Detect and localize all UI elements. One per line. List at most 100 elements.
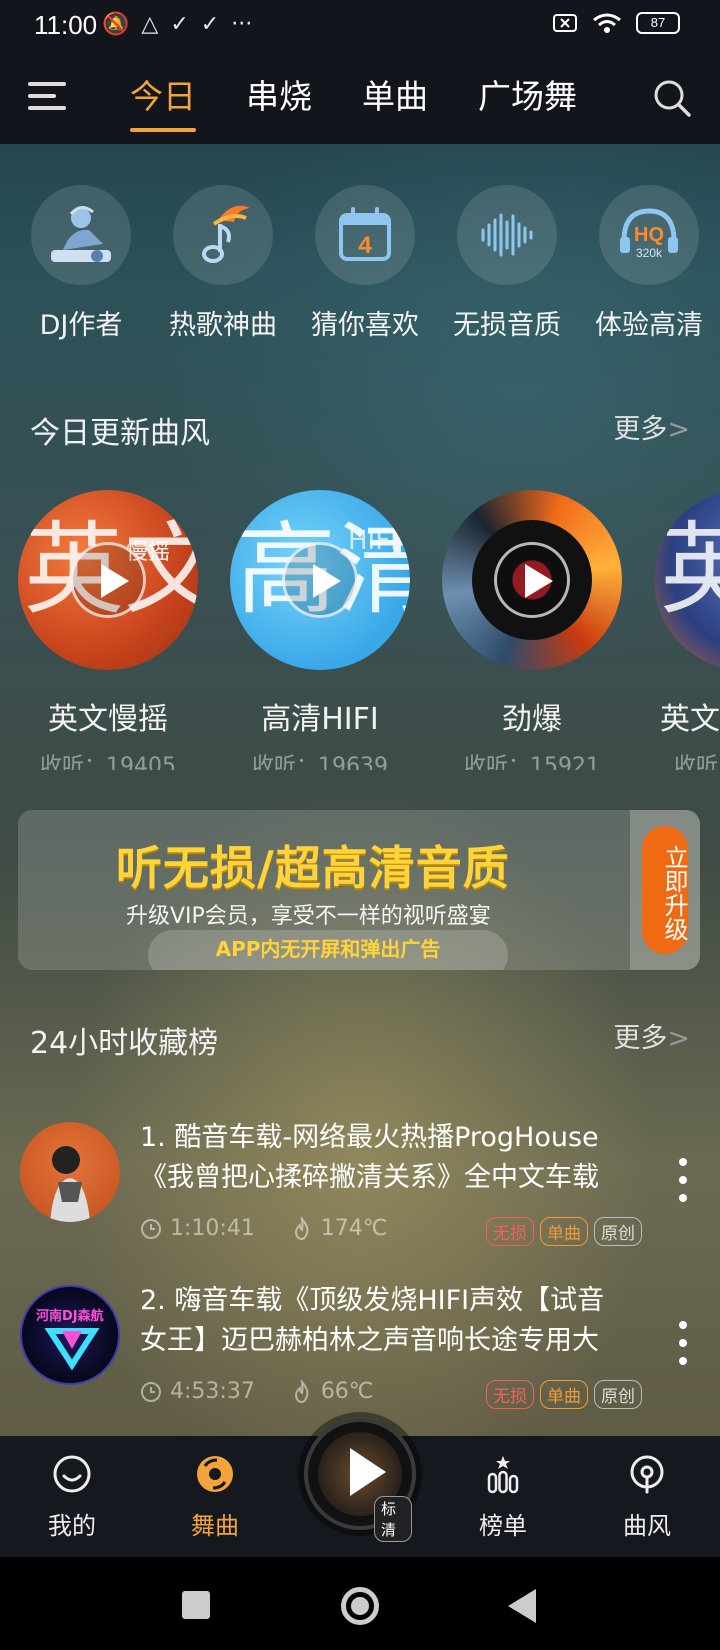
- style-listen-count: 收听：19405: [40, 754, 176, 770]
- style-cover: 高清 HIFI: [230, 490, 410, 670]
- banner-subtitle: 升级VIP会员，享受不一样的视听盛宴: [126, 904, 491, 929]
- check-icon: ✓: [200, 12, 220, 37]
- more-options-icon[interactable]: [678, 1321, 688, 1365]
- flame-icon: [294, 1216, 309, 1240]
- list-item[interactable]: 1. 酷音车载-网络最火热播ProgHouse《我曾把心揉碎撇清关系》全中文车载…: [0, 1118, 720, 1258]
- wifi-icon: [593, 13, 621, 33]
- shortcut-label: 猜你喜欢: [311, 310, 419, 341]
- play-icon[interactable]: [282, 542, 358, 618]
- menu-icon[interactable]: [28, 82, 66, 114]
- sim-icon: [553, 14, 577, 32]
- badge-lossless: 无损: [486, 1217, 534, 1246]
- section-title-ranking: 24小时收藏榜: [30, 1026, 219, 1061]
- nav-label: 榜单: [479, 1512, 527, 1540]
- clock-icon: [141, 1381, 161, 1402]
- shortcut-label: 热歌神曲: [169, 310, 277, 341]
- search-icon[interactable]: [652, 78, 692, 118]
- ranking-icon: [487, 1456, 519, 1494]
- more-options-icon[interactable]: [678, 1158, 688, 1202]
- style-card[interactable]: 英文 慢摇 英文慢摇 收听：19405: [18, 490, 198, 770]
- waveform-icon: [457, 185, 557, 285]
- tab-square-dance[interactable]: 广场舞: [478, 70, 577, 132]
- style-name: 英文慢摇: [48, 702, 168, 737]
- style-listen-count: 收听：19639: [252, 754, 388, 770]
- disc-icon: [197, 1456, 233, 1492]
- calendar-icon-text: 4: [358, 232, 372, 259]
- quality-badge[interactable]: 标清: [374, 1496, 412, 1542]
- item-heat: 66℃: [320, 1379, 374, 1404]
- shortcut-label: DJ作者: [39, 310, 123, 341]
- dj-author-icon: [31, 185, 131, 285]
- shortcut-hq[interactable]: HQ 320k 体验高清: [578, 185, 720, 342]
- style-card[interactable]: 英 英文 收听: [654, 490, 720, 770]
- more-label: 更多: [613, 414, 668, 445]
- recent-apps-button[interactable]: [182, 1591, 210, 1619]
- item-duration: 4:53:37: [170, 1379, 255, 1404]
- more-label: 更多: [613, 1023, 668, 1054]
- style-name: 高清HIFI: [261, 702, 379, 737]
- nav-style[interactable]: 曲风: [602, 1454, 692, 1541]
- hot-song-icon: [173, 185, 273, 285]
- top-header: 今日 串烧 单曲 广场舞: [0, 52, 720, 144]
- home-button[interactable]: [341, 1587, 379, 1625]
- list-item[interactable]: 河南DJ森航 2. 嗨音车载《顶级发烧HIFI声效【试音女王】迈巴赫柏林之声音响…: [0, 1281, 720, 1421]
- nav-ranking[interactable]: 榜单: [458, 1454, 548, 1541]
- style-cover: 英文 慢摇: [18, 490, 198, 670]
- shortcut-lossless[interactable]: 无损音质: [436, 185, 578, 342]
- item-duration: 1:10:41: [170, 1216, 255, 1241]
- vip-banner[interactable]: 听无损/超高清音质 升级VIP会员，享受不一样的视听盛宴 APP内无开屏和弹出广…: [18, 810, 700, 970]
- top-tabs: 今日 串烧 单曲 广场舞: [130, 70, 577, 132]
- shortcut-row: DJ作者 热歌神曲 4 猜你喜欢 无损音质 HQ 320k 体验高清: [10, 185, 720, 342]
- back-button[interactable]: [508, 1589, 536, 1623]
- item-badges: 无损 单曲 原创: [486, 1217, 642, 1246]
- system-navigation-bar: [0, 1557, 720, 1650]
- tab-medley[interactable]: 串烧: [246, 70, 312, 132]
- play-icon[interactable]: [70, 542, 146, 618]
- flame-icon: [294, 1379, 309, 1403]
- style-card[interactable]: 劲爆 收听：15921: [442, 490, 622, 770]
- item-title: 2. 嗨音车载《顶级发烧HIFI声效【试音女王】迈巴赫柏林之声音响长途专用大: [140, 1285, 605, 1356]
- nav-mine[interactable]: 我的: [27, 1454, 117, 1541]
- style-carousel: 英文 慢摇 英文慢摇 收听：19405 高清 HIFI 高清HIFI 收听：19…: [18, 490, 720, 770]
- status-bar: 11:00 🔕 △ ✓ ✓ ··· 87: [0, 0, 720, 52]
- tab-single[interactable]: 单曲: [362, 70, 428, 132]
- nav-label: 我的: [48, 1512, 96, 1540]
- shortcut-guess-you-like[interactable]: 4 猜你喜欢: [294, 185, 436, 342]
- shortcut-label: 体验高清: [595, 310, 703, 341]
- chevron-right-icon: >: [667, 414, 690, 445]
- shortcut-dj-author[interactable]: DJ作者: [10, 185, 152, 342]
- status-notification-icons: 🔕 △ ✓ ✓ ···: [102, 12, 252, 37]
- chevron-right-icon: >: [667, 1023, 690, 1054]
- more-link-ranking[interactable]: 更多>: [613, 1016, 690, 1055]
- cover-text: 英: [660, 511, 720, 628]
- badge-lossless: 无损: [486, 1380, 534, 1409]
- status-time: 11:00: [34, 10, 98, 40]
- shortcut-hot-songs[interactable]: 热歌神曲: [152, 185, 294, 342]
- item-heat: 174℃: [320, 1216, 388, 1241]
- item-title: 1. 酷音车载-网络最火热播ProgHouse《我曾把心揉碎撇清关系》全中文车载: [140, 1122, 599, 1193]
- play-icon[interactable]: [494, 542, 570, 618]
- banner-pill: APP内无开屏和弹出广告: [148, 930, 508, 970]
- check-icon: ✓: [170, 12, 189, 37]
- calendar-icon: 4: [315, 185, 415, 285]
- style-icon: [630, 1455, 664, 1494]
- shortcut-label: 无损音质: [453, 310, 561, 341]
- style-card[interactable]: 高清 HIFI 高清HIFI 收听：19639: [230, 490, 410, 770]
- avatar: [20, 1122, 120, 1222]
- alert-icon: △: [141, 12, 159, 37]
- avatar: 河南DJ森航: [20, 1285, 120, 1385]
- hq-headphone-icon: HQ 320k: [599, 185, 699, 285]
- style-cover: [442, 490, 622, 670]
- nav-label: 舞曲: [191, 1512, 239, 1540]
- cover-subtext: HIFI: [348, 526, 398, 556]
- mini-player-button[interactable]: 标清: [304, 1418, 416, 1542]
- nav-dance[interactable]: 舞曲: [170, 1454, 260, 1541]
- item-badges: 无损 单曲 原创: [486, 1380, 642, 1409]
- style-name: 劲爆: [502, 702, 562, 737]
- more-link-styles[interactable]: 更多>: [613, 407, 690, 446]
- tab-today[interactable]: 今日: [130, 70, 196, 132]
- upgrade-button[interactable]: 立即升级: [642, 826, 688, 954]
- badge-original: 原创: [594, 1217, 642, 1246]
- more-dots-icon: ···: [231, 12, 253, 37]
- style-listen-count: 收听: [674, 754, 719, 770]
